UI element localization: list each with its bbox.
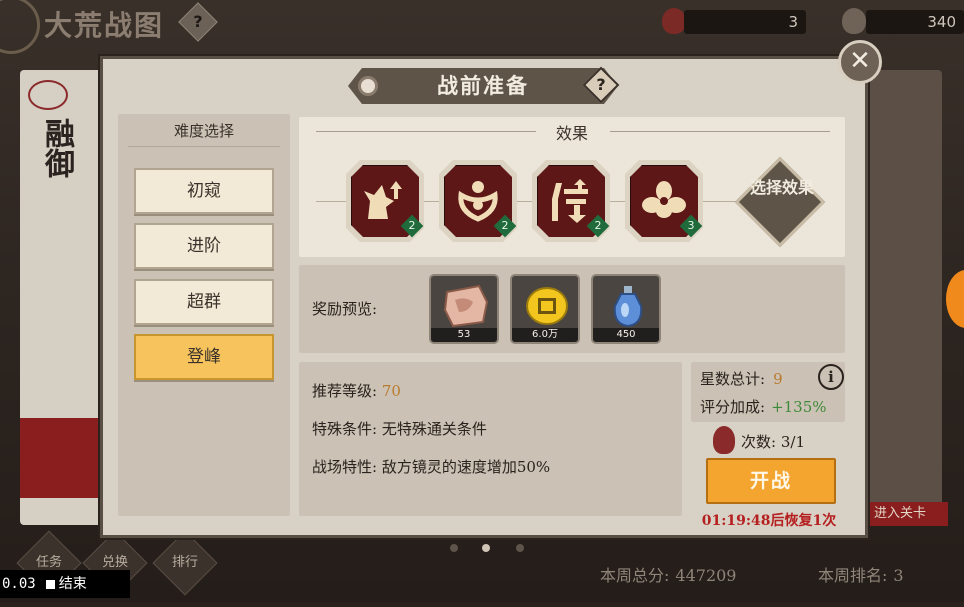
recover-timer: 01:19:48后恢复1次 (701, 513, 837, 529)
effect-tile-shield[interactable]: 2 (439, 160, 517, 242)
recommended-level: 推荐等级: 70 (312, 382, 401, 400)
close-button[interactable]: ✕ (838, 40, 882, 84)
stage-card-banner (20, 418, 104, 498)
damage-down-icon (552, 179, 588, 223)
difficulty-option-3[interactable]: 超群 (134, 279, 274, 325)
rewards-label: 奖励预览: (312, 300, 378, 318)
start-battle-button[interactable]: 开战 (706, 458, 836, 504)
difficulty-option-1[interactable]: 初窥 (134, 168, 274, 214)
recording-stop-label: 结束 (58, 576, 87, 592)
question-icon: ? (193, 12, 203, 31)
effect-level: 2 (408, 219, 416, 232)
effect-level: 2 (594, 219, 602, 232)
scroll-fragment-icon (443, 284, 489, 328)
score-bonus: 评分加成: +135% (700, 398, 827, 416)
reward-item[interactable]: 450 (591, 274, 661, 344)
lotus-icon (642, 181, 686, 218)
difficulty-heading: 难度选择 (173, 122, 234, 140)
reward-count: 53 (431, 328, 497, 342)
effects-heading: 效果 (555, 124, 588, 143)
special-condition: 特殊条件: 无特殊通关条件 (312, 420, 487, 438)
effect-tile-lotus[interactable]: 3 (625, 160, 703, 242)
reward-count: 450 (593, 328, 659, 342)
question-icon: ? (596, 75, 606, 94)
battlefield-trait: 战场特性: 敌方镜灵的速度增加50% (312, 458, 551, 476)
page-title: 大荒战图 (44, 9, 165, 42)
info-icon[interactable]: i (818, 364, 844, 390)
gold-coin-icon (526, 287, 568, 325)
reward-item[interactable]: 53 (429, 274, 499, 344)
resource-counter-2: 340 (866, 10, 964, 34)
difficulty-option-2[interactable]: 进阶 (134, 223, 274, 269)
stage-card-logo-icon (28, 80, 68, 110)
reward-count: 6.0万 (512, 328, 578, 342)
stone-token-icon (842, 8, 866, 34)
resource-counter-1: 3 (684, 10, 806, 34)
effect-tile-speed[interactable]: 2 (346, 160, 424, 242)
reward-item[interactable]: 6.0万 (510, 274, 580, 344)
week-total: 本周总分: 447209 (600, 566, 737, 585)
stage-card-name: 融御 (39, 118, 74, 178)
speed-up-icon (364, 181, 402, 219)
effect-tile-damage[interactable]: 2 (532, 160, 610, 242)
effect-level: 2 (501, 219, 509, 232)
week-rank: 本周排名: 3 (818, 566, 904, 585)
flame-token-icon (662, 8, 686, 34)
blue-potion-icon (613, 286, 643, 328)
nav-rank-label: 排行 (171, 555, 198, 570)
difficulty-option-4-selected[interactable]: 登峰 (134, 334, 274, 380)
recording-bar[interactable]: 0.03 结束 (0, 570, 130, 598)
effect-level: 3 (687, 219, 695, 232)
flame-token-icon (713, 426, 735, 454)
select-effect-label: 选择效果 (749, 178, 814, 197)
page-dot-active[interactable] (482, 544, 490, 552)
divider (128, 146, 280, 147)
attempt-count: 次数: 3/1 (741, 433, 805, 451)
dialog-title-bar: 战前准备 ? (340, 64, 626, 108)
star-total: 星数总计: 9 (700, 370, 783, 388)
page-dot[interactable] (516, 544, 524, 552)
recording-time: 0.03 (2, 576, 36, 592)
stop-icon (45, 579, 55, 589)
stage-card-right[interactable] (862, 70, 942, 525)
shield-figure-icon (458, 181, 498, 222)
page-dot[interactable] (450, 544, 458, 552)
